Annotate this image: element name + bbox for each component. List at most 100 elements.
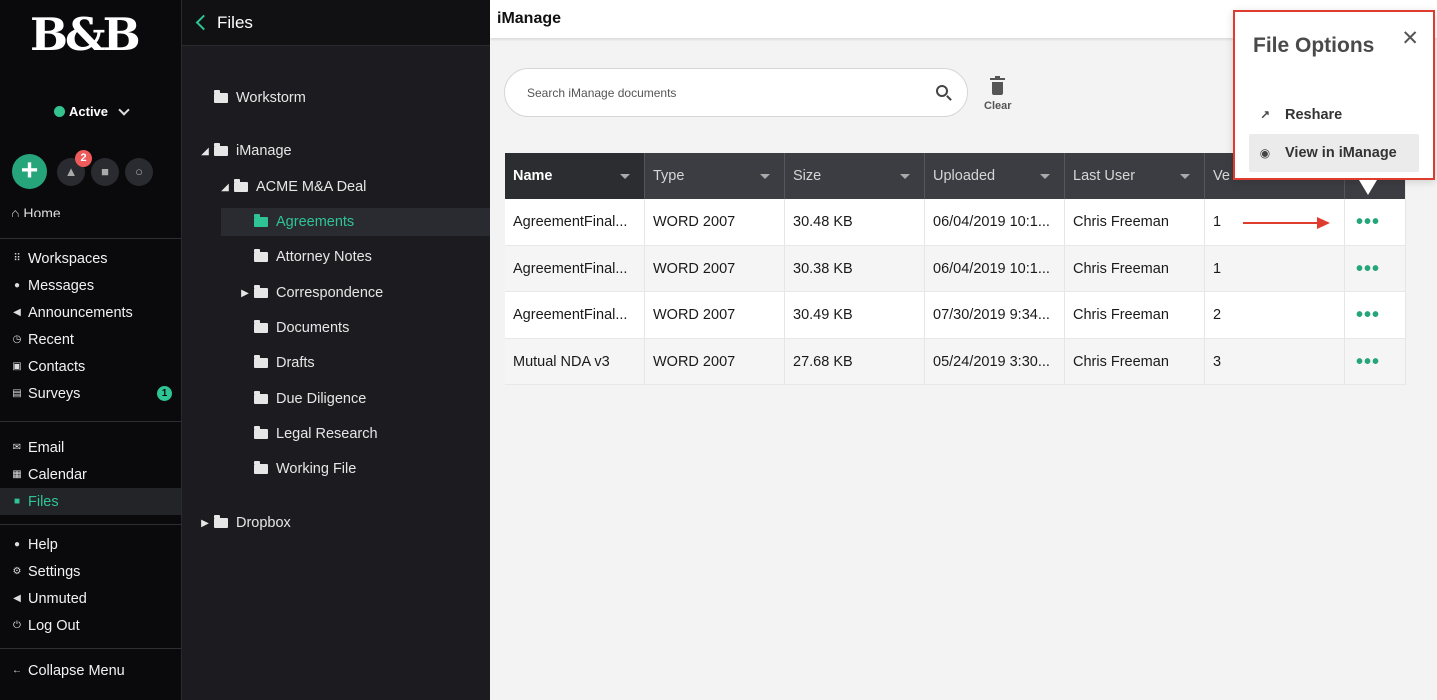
- power-icon: ⏻: [13, 620, 21, 631]
- alert-count-badge: 2: [75, 149, 92, 167]
- tree-item-agreements[interactable]: Agreements: [221, 208, 490, 236]
- tree-item-working-file[interactable]: Working File: [221, 455, 490, 483]
- expand-arrow-icon[interactable]: ▶: [199, 518, 211, 529]
- nav-item-settings[interactable]: ⚙ Settings: [0, 558, 181, 585]
- nav-item-surveys[interactable]: ▤ Surveys 1: [0, 380, 181, 407]
- sort-caret-icon[interactable]: [620, 174, 630, 179]
- nav-item-email[interactable]: ✉ Email: [0, 434, 181, 461]
- column-header-name[interactable]: Name: [505, 153, 645, 199]
- nav-group-account: ● Help ⚙ Settings ◀ Unmuted ⏻ Log Out: [0, 531, 181, 639]
- nav-item-workspaces[interactable]: ⠿ Workspaces: [0, 245, 181, 272]
- alerts-button[interactable]: ▲ 2: [57, 149, 92, 186]
- column-label: Last User: [1073, 168, 1136, 184]
- brand-logo[interactable]: B&B: [30, 8, 141, 61]
- nav-item-recent[interactable]: ◷ Recent: [0, 326, 181, 353]
- tree-item-dropbox[interactable]: ▶ Dropbox: [182, 509, 490, 537]
- more-options-icon[interactable]: •••: [1356, 259, 1380, 279]
- cell-last-user: Chris Freeman: [1065, 292, 1205, 338]
- clear-button[interactable]: Clear: [984, 76, 1012, 112]
- nav-item-label: Email: [28, 439, 65, 456]
- cell-actions: •••: [1345, 292, 1406, 338]
- search-icon[interactable]: [936, 85, 948, 97]
- folder-icon: [254, 214, 268, 227]
- folder-icon: ■: [13, 496, 21, 507]
- tree-item-acme-m-a-deal[interactable]: ◢ ACME M&A Deal: [182, 173, 490, 201]
- tree-item-drafts[interactable]: Drafts: [221, 349, 490, 377]
- folder-icon: [254, 461, 268, 474]
- add-button[interactable]: +: [12, 154, 47, 189]
- nav-item-announcements[interactable]: ◀ Announcements: [0, 299, 181, 326]
- nav-item-contacts[interactable]: ▣ Contacts: [0, 353, 181, 380]
- nav-group-primary: ⠿ Workspaces ● Messages ◀ Announcements ◷ Recen…: [0, 245, 181, 407]
- contact-card-icon: ▣: [12, 361, 22, 372]
- sort-caret-icon[interactable]: [900, 174, 910, 179]
- gear-icon: ⚙: [12, 566, 22, 577]
- tree-item-correspondence[interactable]: ▶ Correspondence: [221, 279, 490, 307]
- tree-item-workstorm[interactable]: Workstorm: [182, 84, 490, 112]
- cell-name: AgreementFinal...: [505, 245, 645, 292]
- search-button[interactable]: ○: [125, 157, 153, 186]
- tree-item-label: Agreements: [276, 214, 355, 230]
- folder-icon: [254, 320, 268, 333]
- search-box: [504, 68, 968, 117]
- nav-item-calendar[interactable]: ▦ Calendar: [0, 461, 181, 488]
- nav-item-unmuted[interactable]: ◀ Unmuted: [0, 585, 181, 612]
- view-in-imanage-option[interactable]: ◉ View in iManage: [1249, 134, 1419, 172]
- video-call-button[interactable]: ■: [91, 157, 119, 186]
- collapse-arrow-icon[interactable]: ◢: [199, 146, 211, 157]
- count-badge: 1: [157, 386, 172, 401]
- nav-item-log-out[interactable]: ⏻ Log Out: [0, 612, 181, 639]
- tree-item-label: ACME M&A Deal: [256, 179, 367, 195]
- trash-icon: [990, 76, 1006, 95]
- cell-type: WORD 2007: [645, 245, 785, 292]
- column-header-uploaded[interactable]: Uploaded: [925, 153, 1065, 199]
- grid-icon: ⠿: [13, 253, 21, 264]
- tree-item-label: Working File: [276, 461, 357, 477]
- folder-icon: [254, 391, 268, 404]
- sort-caret-icon[interactable]: [1040, 174, 1050, 179]
- cell-last-user: Chris Freeman: [1065, 245, 1205, 292]
- back-arrow-icon[interactable]: [195, 14, 212, 31]
- cell-type: WORD 2007: [645, 292, 785, 338]
- nav-item-messages[interactable]: ● Messages: [0, 272, 181, 299]
- nav-divider: [0, 238, 181, 239]
- popup-pointer: [1359, 180, 1377, 195]
- tree-item-imanage[interactable]: ◢ iManage: [182, 137, 490, 165]
- column-header-last-user[interactable]: Last User: [1065, 153, 1205, 199]
- cell-type: WORD 2007: [645, 199, 785, 245]
- table-row[interactable]: AgreementFinal... WORD 2007 30.49 KB 07/30/…: [505, 292, 1406, 339]
- cell-actions: •••: [1345, 199, 1406, 245]
- cell-last-user: Chris Freeman: [1065, 199, 1205, 245]
- tree-item-documents[interactable]: Documents: [221, 314, 490, 342]
- close-icon[interactable]: ✕: [1401, 26, 1419, 51]
- tree-header: Files: [182, 0, 490, 46]
- table-row[interactable]: AgreementFinal... WORD 2007 30.38 KB 06/04/…: [505, 245, 1406, 292]
- tree-item-legal-research[interactable]: Legal Research: [221, 420, 490, 448]
- column-header-type[interactable]: Type: [645, 153, 785, 199]
- more-options-icon[interactable]: •••: [1356, 212, 1380, 232]
- tree-item-attorney-notes[interactable]: Attorney Notes: [221, 243, 490, 271]
- nav-item-label: Announcements: [28, 304, 133, 321]
- nav-item-help[interactable]: ● Help: [0, 531, 181, 558]
- more-options-icon[interactable]: •••: [1356, 352, 1380, 372]
- tree-item-due-diligence[interactable]: Due Diligence: [221, 385, 490, 413]
- nav-item-label: Contacts: [28, 358, 86, 375]
- presence-status-dropdown[interactable]: Active: [54, 103, 130, 119]
- column-header-size[interactable]: Size: [785, 153, 925, 199]
- nav-item-home[interactable]: ⌂ Home: [11, 205, 171, 217]
- collapse-arrow-icon[interactable]: ◢: [219, 182, 231, 193]
- more-options-icon[interactable]: •••: [1356, 305, 1380, 325]
- sort-caret-icon[interactable]: [760, 174, 770, 179]
- collapse-menu-button[interactable]: ← Collapse Menu: [0, 657, 181, 684]
- tree-item-label: Workstorm: [236, 90, 306, 106]
- nav-item-files[interactable]: ■ Files: [0, 488, 181, 515]
- reshare-option[interactable]: ↗ Reshare: [1249, 96, 1419, 134]
- sort-caret-icon[interactable]: [1180, 174, 1190, 179]
- video-camera-icon: ■: [101, 164, 109, 179]
- table-row[interactable]: Mutual NDA v3 WORD 2007 27.68 KB 05/24/2019…: [505, 338, 1406, 385]
- megaphone-icon: ◀: [13, 307, 21, 318]
- expand-arrow-icon[interactable]: ▶: [239, 288, 251, 299]
- nav-item-label: Unmuted: [28, 590, 87, 607]
- search-input[interactable]: [527, 81, 907, 105]
- nav-group-tools: ✉ Email ▦ Calendar ■ Files: [0, 434, 181, 515]
